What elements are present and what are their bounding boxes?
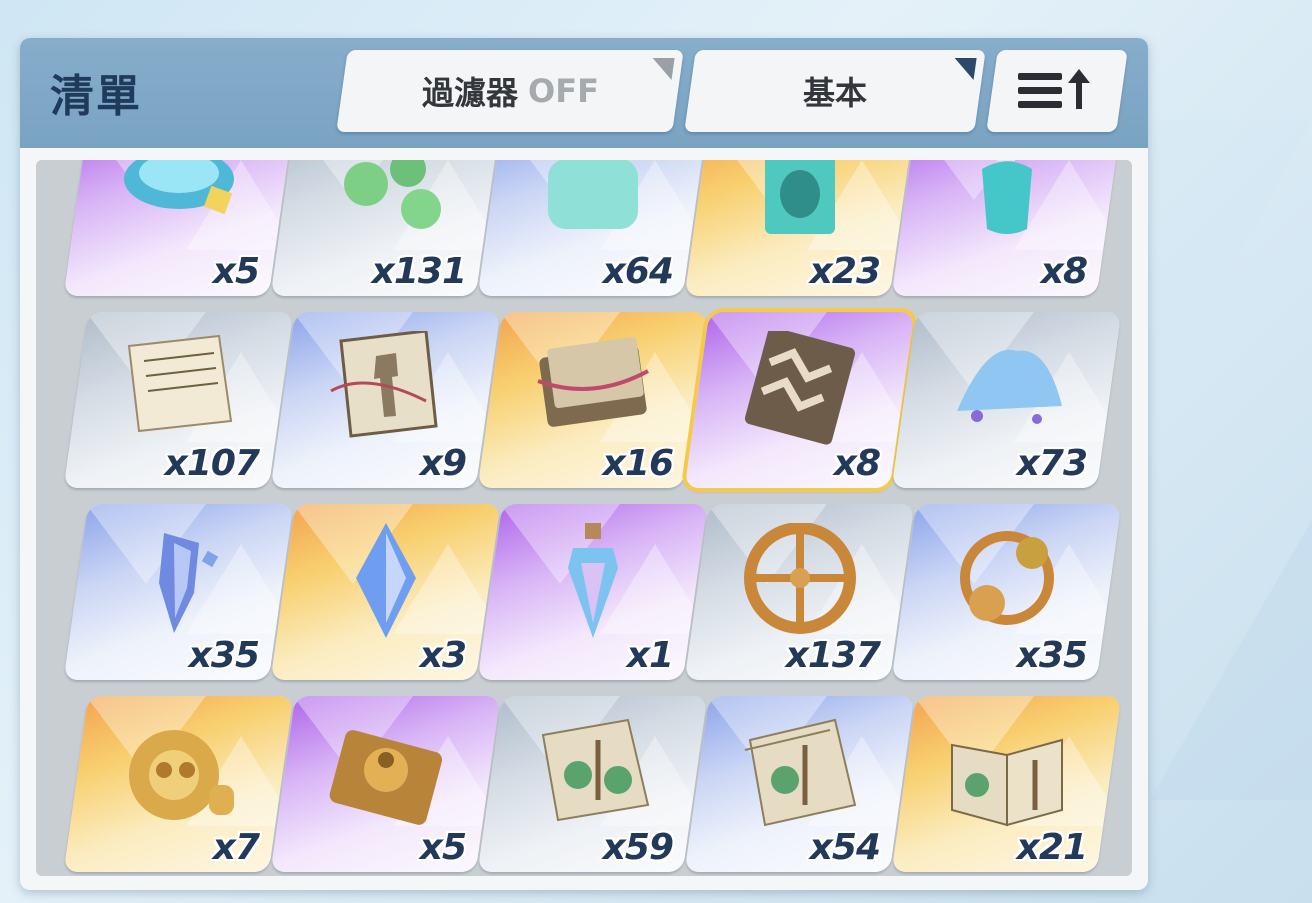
inventory-slot[interactable]: x8 [684, 312, 915, 488]
pet-bowl-icon [119, 160, 239, 258]
item-count: x64 [602, 251, 673, 292]
plant-jar-icon [533, 160, 653, 258]
item-count: x8 [1040, 251, 1087, 292]
music-box-icon [326, 715, 446, 834]
item-count: x35 [1016, 635, 1087, 676]
item-count: x3 [419, 635, 466, 676]
inventory-panel: 清單 過濾器 OFF 基本 x5 x131 x64 x23 x8 x107 x9… [20, 38, 1148, 890]
inventory-slot[interactable]: x5 [63, 160, 294, 296]
inventory-slot[interactable]: x9 [270, 312, 501, 488]
item-count: x5 [419, 827, 466, 868]
background-shape [1150, 120, 1312, 420]
item-count: x54 [809, 827, 880, 868]
item-count: x16 [602, 443, 673, 484]
inventory-slot[interactable]: x73 [891, 312, 1122, 488]
item-grid: x5 x131 x64 x23 x8 x107 x9 x16 x8 x73 x35 x3 x1 x137 x… [36, 160, 1132, 876]
inventory-slot[interactable]: x107 [63, 312, 294, 488]
sort-order-button[interactable] [986, 50, 1128, 132]
prism-gem-icon [326, 522, 446, 642]
item-count: x21 [1016, 827, 1087, 868]
item-count: x131 [371, 251, 466, 292]
item-count: x7 [212, 827, 259, 868]
inventory-slot[interactable]: x21 [891, 696, 1122, 872]
filter-label: 過濾器 [421, 74, 518, 112]
inventory-slot[interactable]: x64 [477, 160, 708, 296]
crystal-shard-icon [119, 523, 239, 642]
blue-powder-icon [947, 331, 1067, 450]
item-count: x73 [1016, 443, 1087, 484]
inventory-slot[interactable]: x54 [684, 696, 915, 872]
inventory-slot[interactable]: x3 [270, 504, 501, 680]
inventory-slot[interactable]: x137 [684, 504, 915, 680]
anatomy-stack-icon [740, 715, 860, 834]
item-count: x5 [212, 251, 259, 292]
panel-header: 清單 過濾器 OFF 基本 [20, 38, 1148, 148]
green-pellets-icon [326, 160, 446, 258]
dropdown-corner-icon [649, 58, 675, 80]
inventory-slot[interactable]: x131 [270, 160, 501, 296]
inventory-slot[interactable]: x59 [477, 696, 708, 872]
golden-mechanism-icon [119, 715, 239, 834]
panel-title: 清單 [50, 71, 142, 122]
inventory-slot[interactable]: x35 [63, 504, 294, 680]
dropdown-corner-icon [951, 58, 977, 80]
item-count: x8 [833, 443, 880, 484]
background-shape [1150, 520, 1312, 800]
sort-ascending-icon [1018, 69, 1096, 113]
ancient-page-icon [119, 331, 239, 450]
inventory-slot[interactable]: x1 [477, 504, 708, 680]
zigzag-book-icon [740, 327, 860, 450]
item-count: x35 [188, 635, 259, 676]
item-count: x59 [602, 827, 673, 868]
anatomy-sheet-icon [533, 715, 653, 834]
corked-vial-icon [533, 522, 653, 642]
item-count: x23 [809, 251, 880, 292]
tied-book-icon [326, 329, 446, 450]
item-count: x107 [164, 443, 259, 484]
inventory-slot[interactable]: x23 [684, 160, 915, 296]
inventory-slot[interactable]: x5 [270, 696, 501, 872]
filter-state: OFF [527, 72, 599, 110]
item-count: x9 [419, 443, 466, 484]
inventory-slot[interactable]: x8 [891, 160, 1122, 296]
potion-bottle-icon [947, 160, 1067, 258]
anatomy-book-icon [947, 715, 1067, 834]
bronze-wheel-icon [740, 521, 860, 642]
filter-button[interactable]: 過濾器 OFF [336, 50, 684, 132]
item-count: x1 [626, 635, 673, 676]
specimen-jar-icon [740, 160, 860, 258]
inventory-slot[interactable]: x16 [477, 312, 708, 488]
gear-cluster-icon [947, 523, 1067, 642]
inventory-slot[interactable]: x7 [63, 696, 294, 872]
sort-mode-button[interactable]: 基本 [684, 50, 986, 132]
bundled-tomes-icon [533, 331, 653, 450]
item-count: x137 [785, 635, 880, 676]
sort-mode-label: 基本 [802, 74, 867, 112]
inventory-slot[interactable]: x35 [891, 504, 1122, 680]
